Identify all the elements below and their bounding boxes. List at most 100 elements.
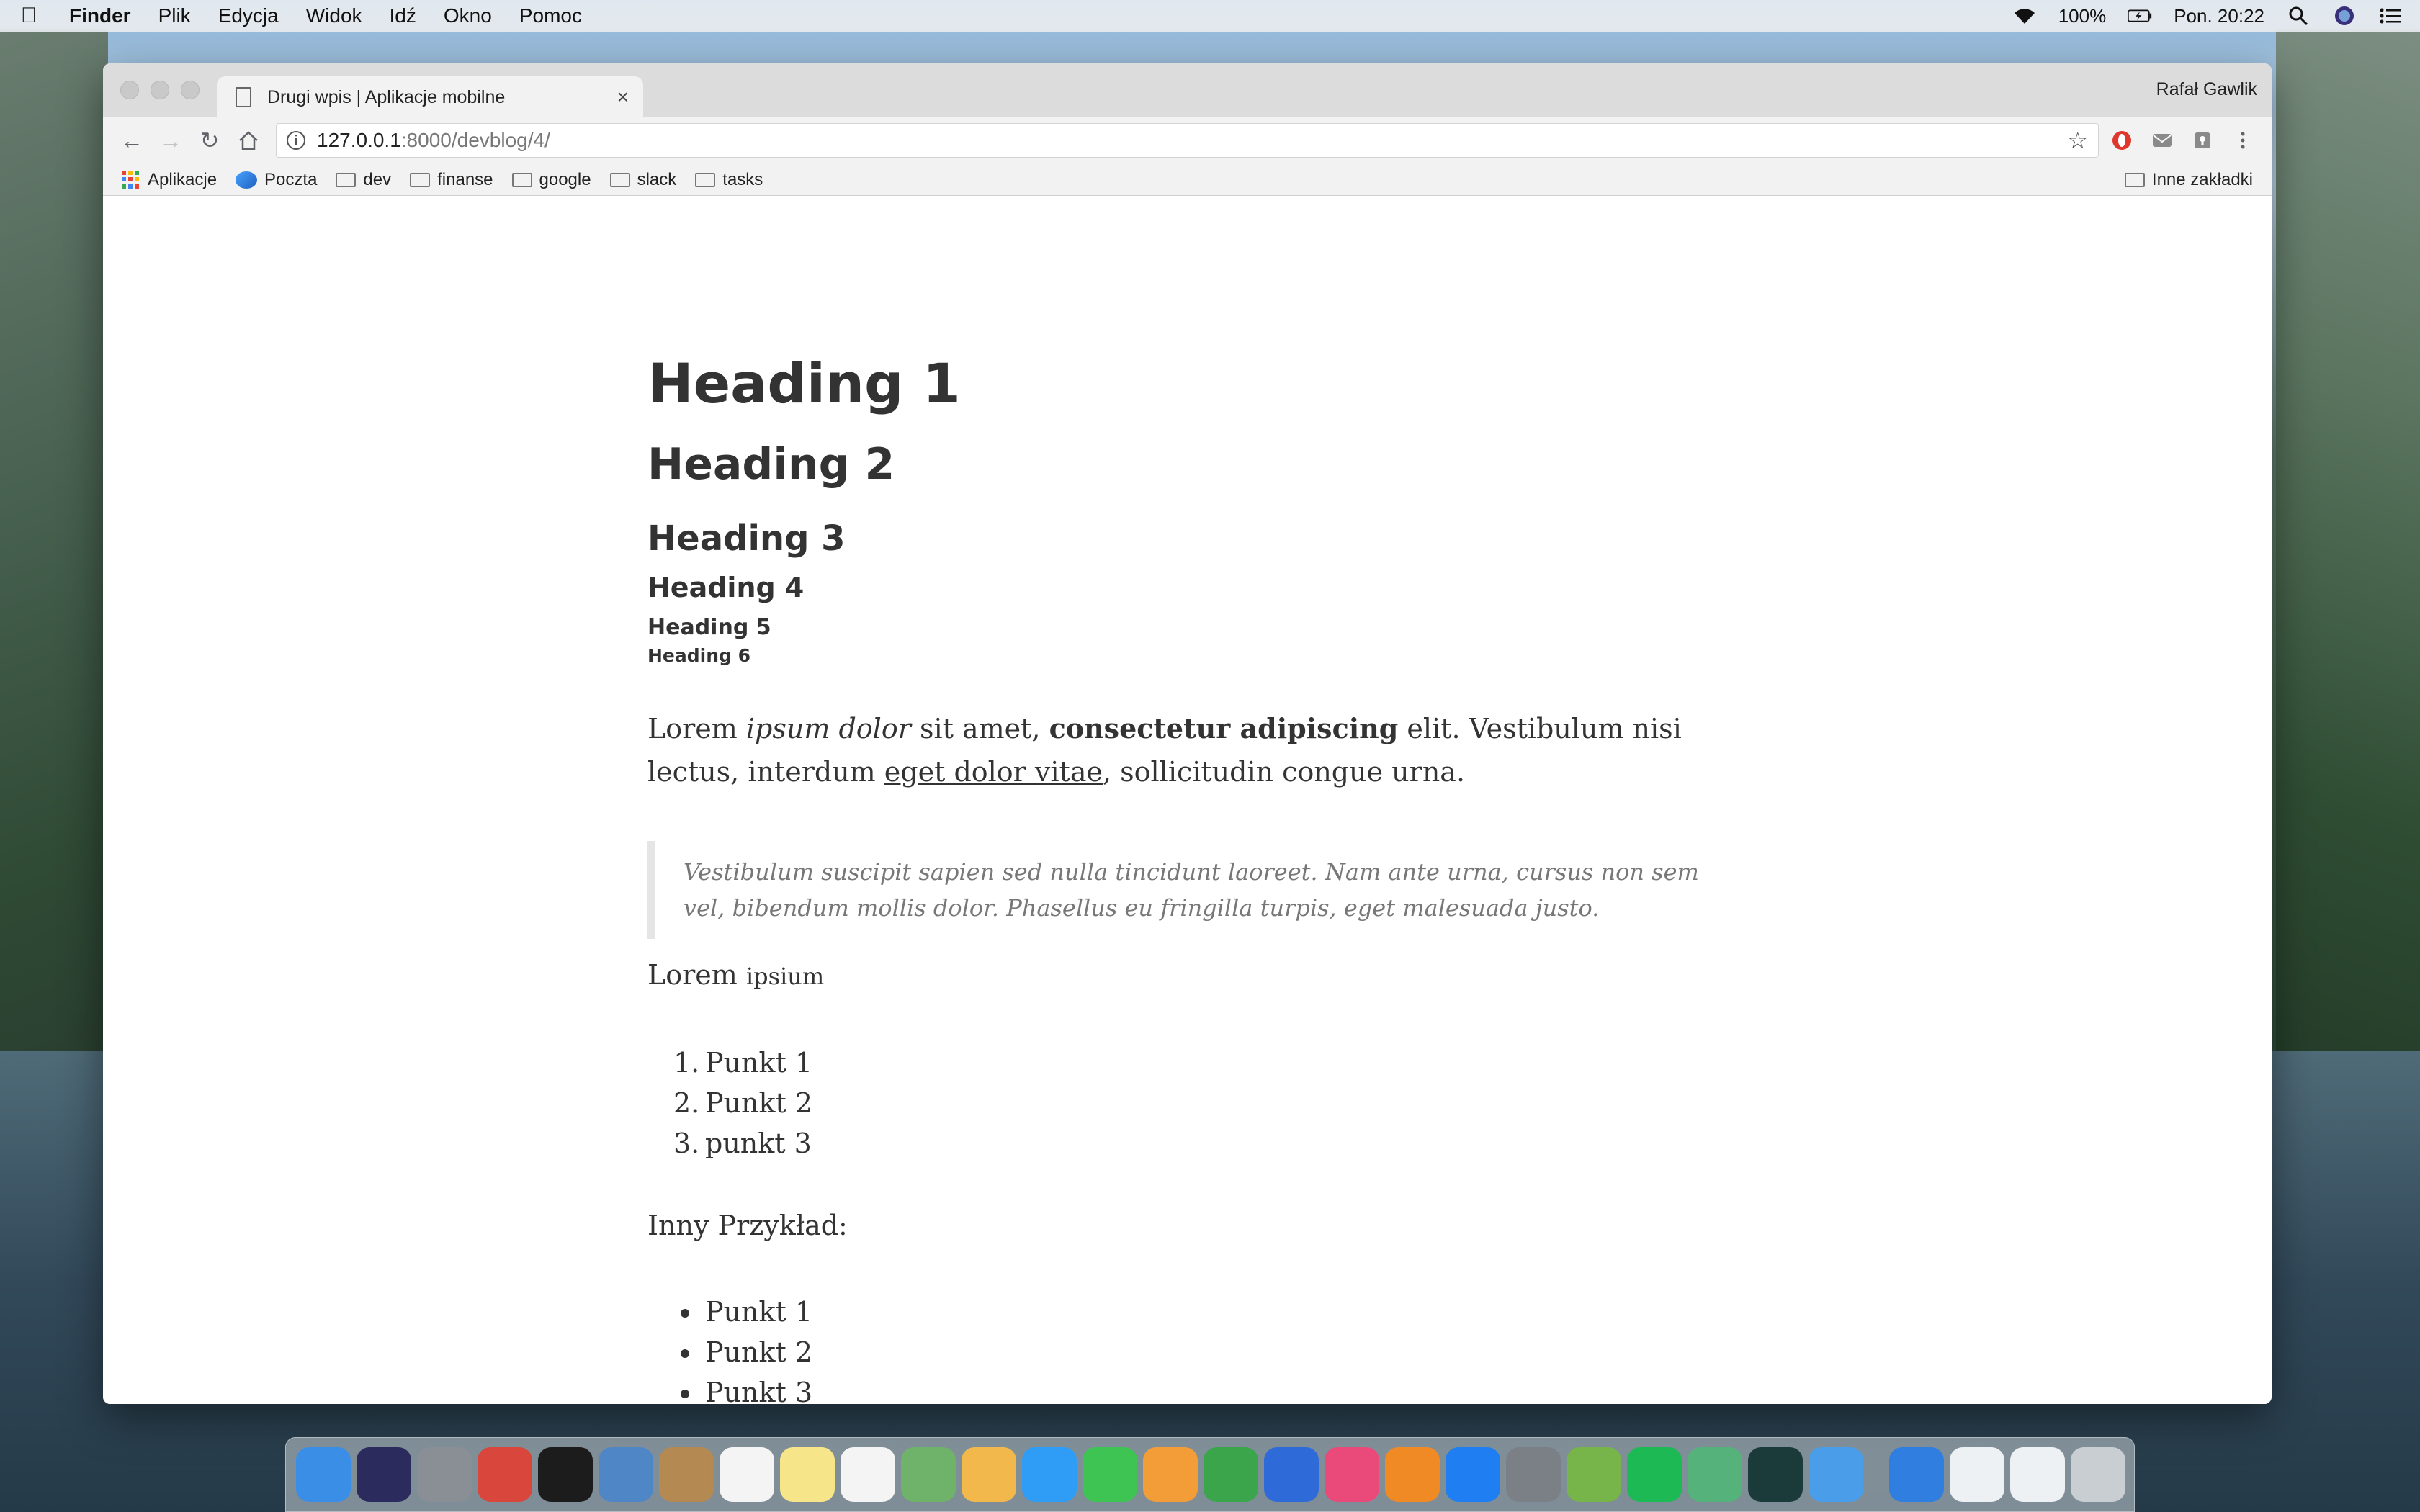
bookmark-mail[interactable]: Poczta (236, 170, 317, 190)
numbers-icon[interactable] (1204, 1447, 1258, 1502)
sourcetree-icon[interactable] (1889, 1447, 1944, 1502)
bookmark-folder-slack[interactable]: slack (609, 169, 677, 190)
bookmark-label: slack (637, 169, 677, 189)
atom-icon[interactable] (1688, 1447, 1742, 1502)
tab-strip: Drugi wpis | Aplikacje mobilne × Rafał G… (103, 63, 2272, 118)
ibooks-icon[interactable] (1385, 1447, 1440, 1502)
menu-window[interactable]: Okno (444, 4, 492, 27)
folder-icon (695, 172, 716, 187)
siri-icon[interactable] (357, 1447, 411, 1502)
minimize-window-button[interactable] (151, 81, 169, 99)
android-studio-icon[interactable] (1567, 1447, 1621, 1502)
keynote-icon[interactable] (1264, 1447, 1319, 1502)
blockquote: Vestibulum suscipit sapien sed nulla tin… (647, 841, 1721, 939)
siri-icon[interactable] (2332, 5, 2357, 27)
profile-name[interactable]: Rafał Gawlik (2156, 79, 2257, 100)
clock[interactable]: Pon. 20:22 (2174, 5, 2264, 27)
heading-3: Heading 3 (647, 518, 846, 559)
maps-icon[interactable] (901, 1447, 956, 1502)
launchpad-icon[interactable] (417, 1447, 472, 1502)
text: Lorem (647, 713, 746, 744)
browser-menu-icon[interactable] (2226, 123, 2260, 158)
home-icon[interactable] (231, 123, 266, 158)
preview-icon[interactable] (599, 1447, 653, 1502)
bookmark-folder-finanse[interactable]: finanse (410, 170, 493, 190)
bookmark-apps[interactable]: Aplikacje (122, 170, 217, 190)
list-item: Punkt 2 (680, 1332, 812, 1372)
pages-icon[interactable] (1143, 1447, 1198, 1502)
facetime-icon[interactable] (1083, 1447, 1137, 1502)
list-item-text: Punkt 1 (705, 1047, 813, 1079)
notification-center-icon[interactable] (2378, 5, 2403, 27)
zoom-window-button[interactable] (181, 81, 200, 99)
system-preferences-icon[interactable] (1506, 1447, 1561, 1502)
messages-icon[interactable] (1022, 1447, 1077, 1502)
gitkraken-icon[interactable] (1748, 1447, 1803, 1502)
menu-extras: 100% Pon. 20:22 (2012, 5, 2403, 27)
list-item: 2. Punkt 2 (673, 1087, 813, 1119)
bookmark-folder-tasks[interactable]: tasks (695, 170, 763, 190)
apple-menu-icon[interactable]:  (17, 4, 40, 28)
bookmark-label: google (539, 169, 591, 189)
finder-icon[interactable] (296, 1447, 351, 1502)
chrome-icon[interactable] (478, 1447, 532, 1502)
browser-window-thumb-icon[interactable] (2010, 1447, 2065, 1502)
spotify-icon[interactable] (1627, 1447, 1682, 1502)
bookmarks-bar: Aplikacje Poczta dev finanse google slac… (103, 164, 2272, 196)
site-info-icon[interactable]: i (287, 131, 305, 150)
tab-close-icon[interactable]: × (617, 86, 629, 109)
contacts-icon[interactable] (659, 1447, 714, 1502)
tab-title: Drugi wpis | Aplikacje mobilne (267, 86, 506, 107)
bookmark-folder-google[interactable]: google (511, 169, 591, 190)
photos-icon[interactable] (962, 1447, 1016, 1502)
password-extension-icon[interactable] (2185, 123, 2220, 158)
spotlight-search-icon[interactable] (2286, 5, 2311, 27)
trash-icon[interactable] (2071, 1447, 2125, 1502)
text: sit amet, (910, 713, 1049, 744)
url-host: 127.0.0.1 (317, 129, 401, 151)
list-item-text: Punkt 2 (705, 1087, 813, 1119)
folder-icon (511, 172, 532, 187)
notes-icon[interactable] (780, 1447, 835, 1502)
finder-window-thumb-icon[interactable] (1950, 1447, 2004, 1502)
bookmark-label: finanse (437, 169, 493, 189)
mail-extension-icon[interactable] (2145, 123, 2179, 158)
menu-edit[interactable]: Edycja (218, 4, 279, 27)
opera-extension-icon[interactable] (2105, 123, 2139, 158)
terminal-icon[interactable] (538, 1447, 593, 1502)
itunes-icon[interactable] (1325, 1447, 1379, 1502)
calendar-icon[interactable] (720, 1447, 774, 1502)
bookmark-folder-dev[interactable]: dev (336, 170, 391, 190)
list-item: 3. punkt 3 (673, 1128, 812, 1159)
xcode-icon[interactable] (1809, 1447, 1863, 1502)
forward-arrow-icon[interactable]: → (153, 123, 188, 158)
page-icon (236, 87, 251, 107)
menu-file[interactable]: Plik (158, 4, 191, 27)
address-bar[interactable]: i 127.0.0.1 :8000/devblog/4/ ☆ (276, 123, 2099, 158)
tab-active[interactable]: Drugi wpis | Aplikacje mobilne × (217, 76, 643, 118)
heading-4: Heading 4 (647, 572, 805, 603)
battery-icon[interactable] (2128, 5, 2152, 27)
appstore-icon[interactable] (1446, 1447, 1500, 1502)
menu-app-name[interactable]: Finder (69, 4, 131, 27)
wifi-icon[interactable] (2012, 5, 2037, 27)
list-item: 1. Punkt 1 (673, 1047, 813, 1079)
reload-icon[interactable]: ↻ (192, 123, 227, 158)
page-content: Heading 1 Heading 2 Heading 3 Heading 4 … (103, 196, 2272, 1404)
mail-icon (236, 171, 258, 189)
bookmark-star-icon[interactable]: ☆ (2067, 127, 2088, 154)
paragraph-lorem-ipsium: Lorem ipsium (647, 959, 824, 991)
bookmark-label: Aplikacje (148, 169, 218, 189)
underlined-link[interactable]: eget dolor vitae (884, 756, 1103, 788)
back-arrow-icon[interactable]: ← (115, 123, 149, 158)
apps-grid-icon (122, 170, 140, 189)
close-window-button[interactable] (120, 81, 139, 99)
reminders-icon[interactable] (841, 1447, 895, 1502)
window-controls (120, 81, 200, 99)
text: Lorem (647, 959, 738, 991)
bookmark-folder-other[interactable]: Inne zakładki (2124, 170, 2253, 190)
folder-icon (410, 172, 431, 187)
menu-go[interactable]: Idź (390, 4, 416, 27)
menu-view[interactable]: Widok (306, 4, 362, 27)
menu-help[interactable]: Pomoc (519, 4, 582, 27)
